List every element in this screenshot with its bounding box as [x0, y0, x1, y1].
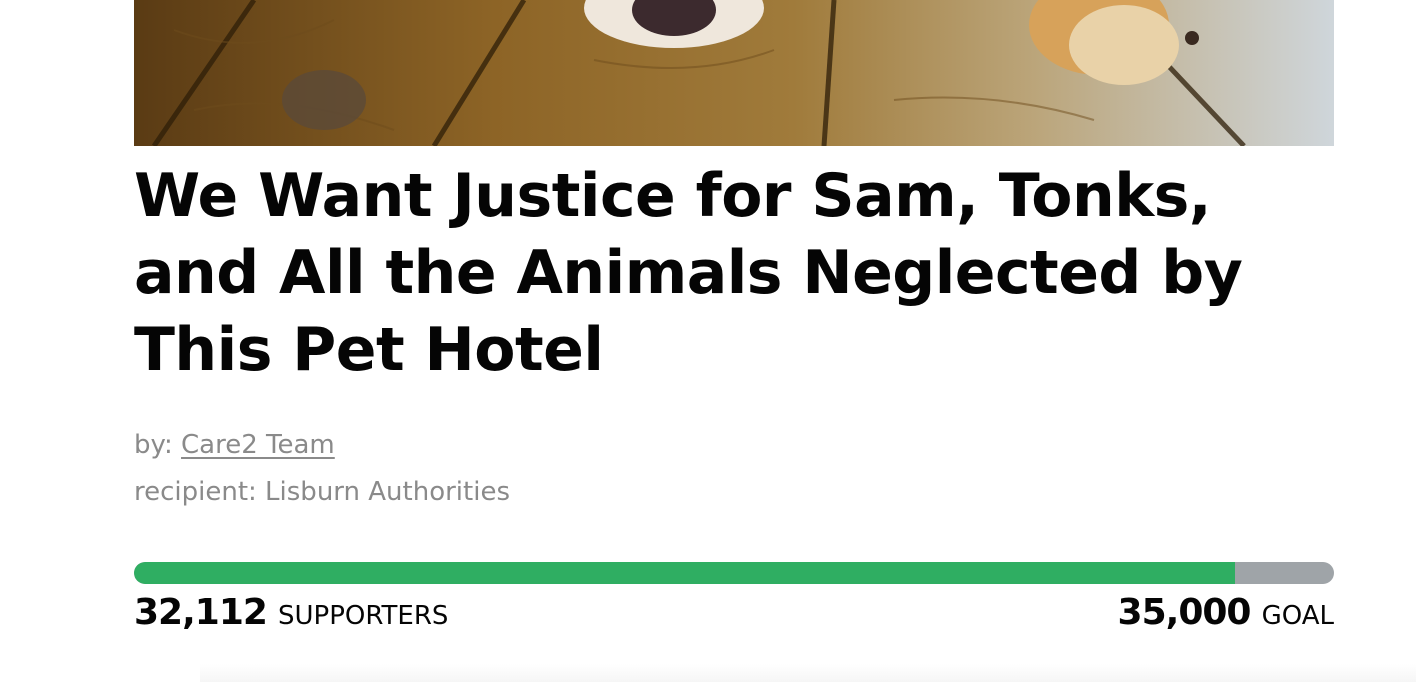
signature-progress-fill — [134, 562, 1235, 584]
petition-page: We Want Justice for Sam, Tonks, and All … — [0, 0, 1416, 682]
author-prefix: by: — [134, 430, 173, 460]
petition-hero-image — [134, 0, 1334, 146]
supporters-number: 32,112 — [134, 592, 268, 633]
goal-label: GOAL — [1261, 601, 1334, 631]
card-shadow-divider — [200, 664, 1416, 682]
petition-recipient: recipient: Lisburn Authorities — [134, 477, 510, 507]
signature-progress-bar — [134, 562, 1334, 584]
goal-count: 35,000 GOAL — [1118, 592, 1334, 633]
dog-photo-icon — [134, 0, 1334, 146]
goal-number: 35,000 — [1117, 592, 1252, 633]
supporters-label: SUPPORTERS — [278, 601, 449, 631]
petition-author-line: by: Care2 Team — [134, 428, 335, 462]
supporters-count: 32,112 SUPPORTERS — [134, 592, 448, 633]
author-link[interactable]: Care2 Team — [181, 430, 335, 460]
petition-title: We Want Justice for Sam, Tonks, and All … — [134, 161, 1243, 385]
